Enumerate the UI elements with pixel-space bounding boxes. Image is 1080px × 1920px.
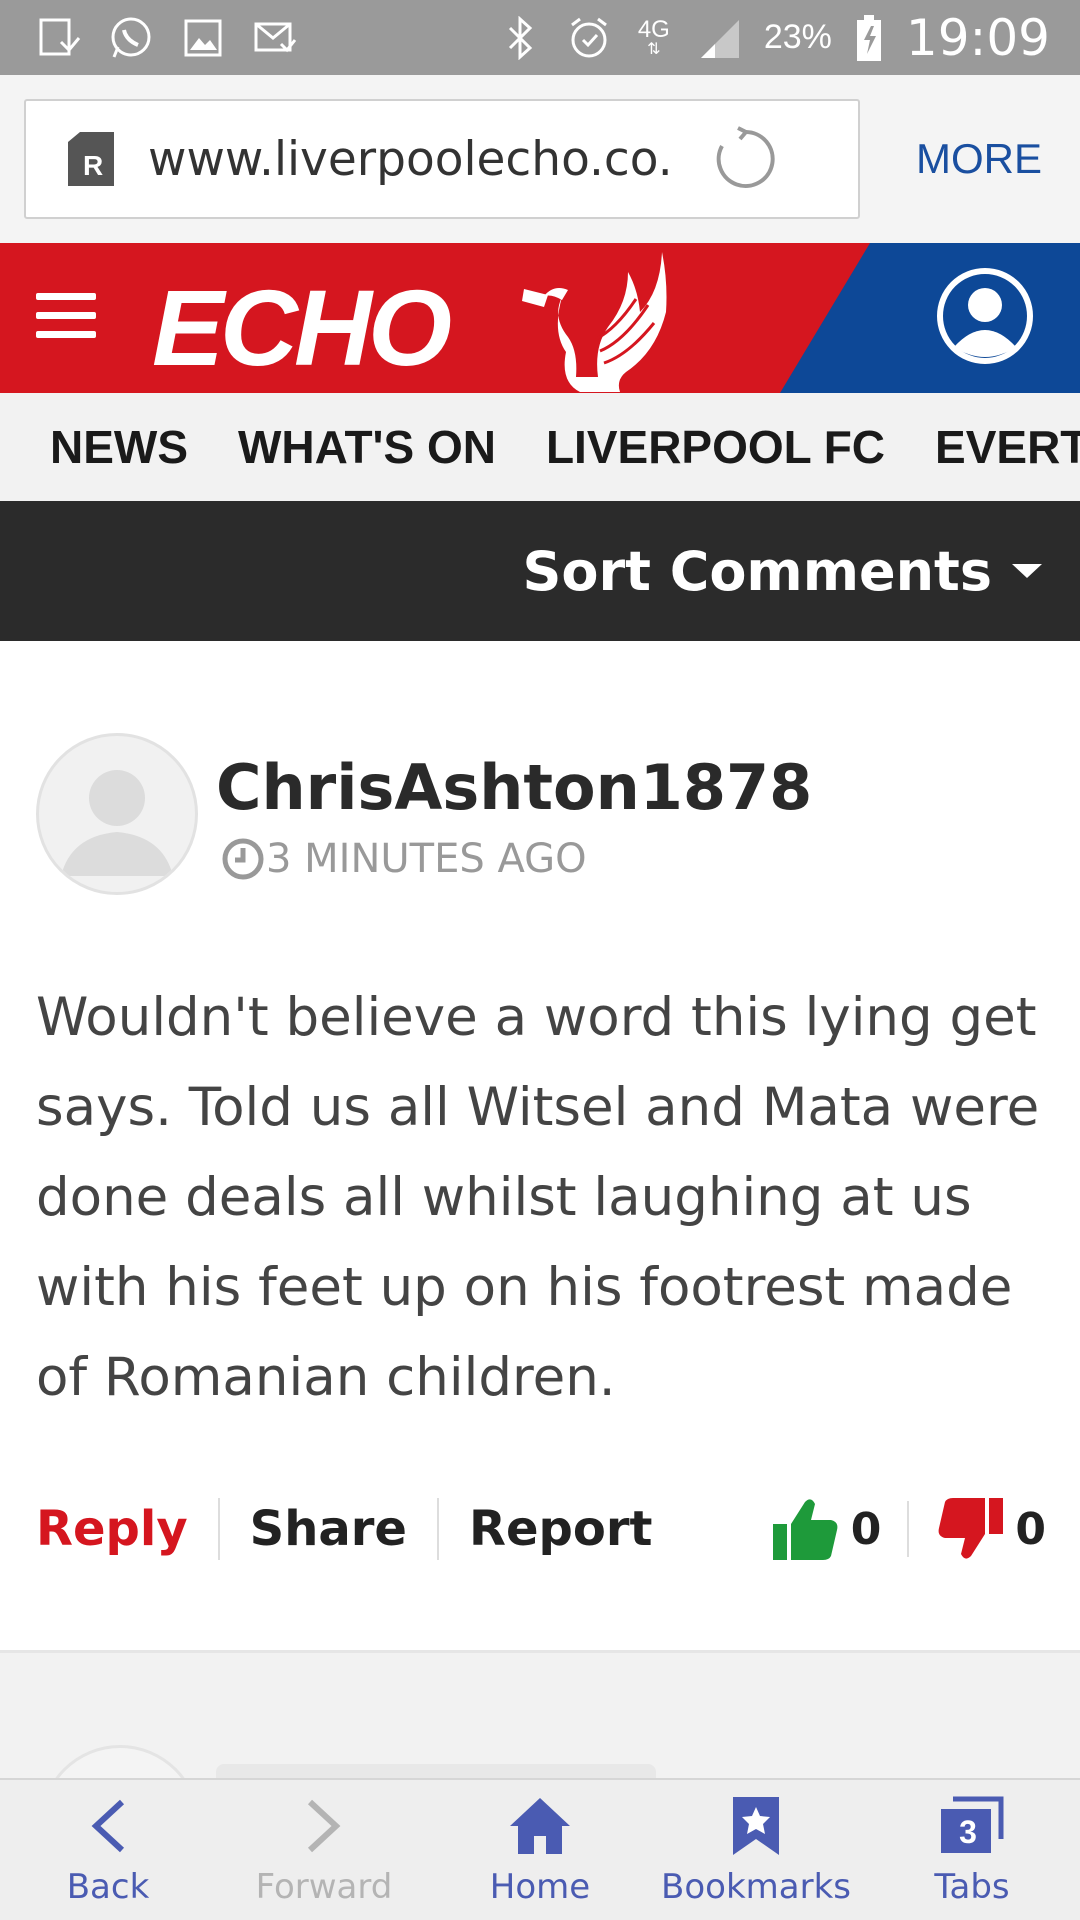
comment-timestamp: 3 MINUTES AGO: [222, 836, 587, 882]
comment-time-text: 3 MINUTES AGO: [266, 836, 587, 882]
thumbs-down-icon[interactable]: [935, 1494, 1005, 1564]
back-arrow-icon: [73, 1793, 143, 1859]
data-arrows-icon: ⇅: [647, 40, 661, 58]
reload-icon[interactable]: [713, 126, 779, 192]
upvote-count: 0: [850, 1503, 882, 1555]
downvote-count: 0: [1015, 1503, 1046, 1555]
url-field[interactable]: R www.liverpoolecho.co.: [24, 99, 860, 219]
vote-divider: [907, 1501, 910, 1557]
section-nav: NEWS WHAT'S ON LIVERPOOL FC EVERT: [0, 393, 1080, 501]
clock-time: 19:09: [905, 8, 1050, 67]
action-divider: [217, 1498, 220, 1560]
liverbird-icon: [522, 252, 667, 392]
page: 4G ⇅ 23% 19:09 R www.liverpoolecho.co. M…: [0, 0, 1080, 1920]
status-bar: 4G ⇅ 23% 19:09: [0, 0, 1080, 75]
browser-address-bar: R www.liverpoolecho.co. MORE: [0, 75, 1080, 243]
tabs-label: Tabs: [934, 1867, 1010, 1907]
avatar[interactable]: [36, 733, 198, 895]
battery-charging-icon: [854, 14, 884, 61]
header-blue-band: [780, 243, 1080, 393]
forward-arrow-icon: [289, 1793, 359, 1859]
svg-text:R: R: [83, 150, 103, 181]
missed-mail-icon: [252, 15, 298, 61]
tabs-icon: 3: [937, 1793, 1007, 1859]
comment-body: Wouldn't believe a word this lying get s…: [36, 987, 1040, 1408]
back-button[interactable]: Back: [0, 1780, 216, 1920]
bookmarks-button[interactable]: Bookmarks: [648, 1780, 864, 1920]
tab-count: 3: [959, 1813, 977, 1850]
tabs-button[interactable]: 3 Tabs: [864, 1780, 1080, 1920]
battery-percent: 23%: [763, 18, 832, 56]
home-label: Home: [489, 1867, 591, 1907]
whatsapp-icon: [108, 15, 154, 61]
browser-toolbar: Back Forward Home Bookmarks 3 Tabs: [0, 1778, 1080, 1920]
comment: ChrisAshton1878 3 MINUTES AGO Wouldn't b…: [0, 641, 1080, 1651]
account-icon[interactable]: [936, 267, 1034, 365]
gallery-icon: [180, 15, 226, 61]
reply-button[interactable]: Reply: [36, 1501, 188, 1557]
clock-icon: [222, 838, 264, 880]
bookmarks-label: Bookmarks: [661, 1867, 851, 1907]
comment-username[interactable]: ChrisAshton1878: [216, 751, 812, 824]
share-button[interactable]: Share: [250, 1501, 407, 1557]
report-button[interactable]: Report: [469, 1501, 652, 1557]
menu-icon[interactable]: [36, 293, 96, 339]
forward-label: Forward: [255, 1867, 393, 1907]
more-button[interactable]: MORE: [916, 135, 1042, 183]
caret-down-icon[interactable]: [1012, 564, 1042, 578]
reader-mode-icon[interactable]: R: [66, 130, 116, 188]
nav-item-news[interactable]: NEWS: [50, 420, 188, 474]
back-label: Back: [66, 1867, 150, 1907]
action-divider: [436, 1498, 439, 1560]
network-4g-icon: 4G ⇅: [634, 15, 674, 61]
home-icon: [505, 1793, 575, 1859]
thumbs-up-icon[interactable]: [771, 1494, 841, 1564]
network-label: 4G: [637, 15, 670, 43]
nav-item-liverpool-fc[interactable]: LIVERPOOL FC: [546, 420, 885, 474]
download-icon: [36, 15, 82, 61]
echo-logo[interactable]: ECHO: [152, 251, 682, 392]
url-text[interactable]: www.liverpoolecho.co.: [148, 132, 693, 187]
sort-comments-button[interactable]: Sort Comments: [522, 540, 992, 603]
vote-controls: 0 0: [771, 1494, 1046, 1564]
site-header: ECHO: [0, 243, 1080, 393]
nav-item-whats-on[interactable]: WHAT'S ON: [238, 420, 496, 474]
system-icons: 4G ⇅ 23% 19:09: [498, 9, 1080, 67]
next-comment-preview: [0, 1650, 1080, 1825]
nav-item-everton[interactable]: EVERT: [935, 420, 1080, 474]
notification-icons: [0, 15, 298, 61]
bluetooth-icon: [498, 15, 544, 61]
sort-comments-bar: Sort Comments: [0, 501, 1080, 641]
home-button[interactable]: Home: [432, 1780, 648, 1920]
logo-text: ECHO: [152, 267, 452, 388]
comment-actions: Reply Share Report 0 0: [36, 1489, 1046, 1569]
forward-button[interactable]: Forward: [216, 1780, 432, 1920]
bookmark-star-icon: [721, 1793, 791, 1859]
alarm-icon: [566, 15, 612, 61]
signal-icon: [696, 15, 742, 61]
